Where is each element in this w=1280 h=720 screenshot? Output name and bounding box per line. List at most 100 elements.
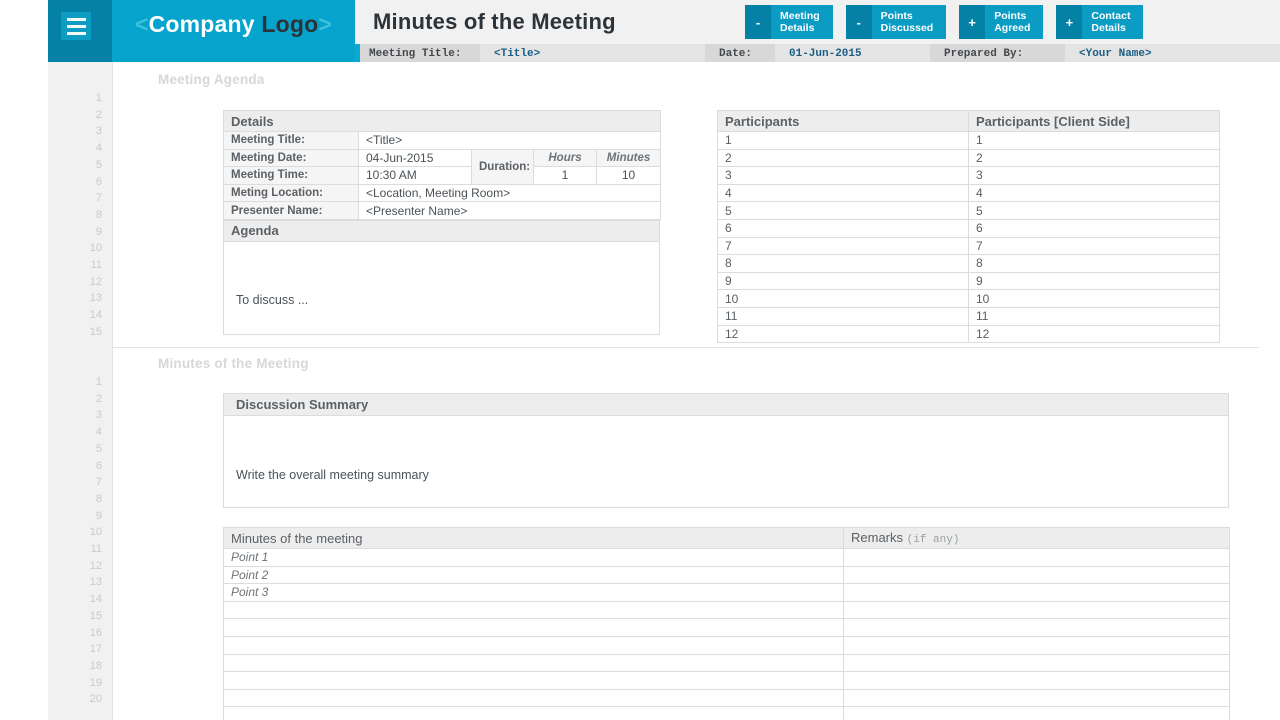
row-number[interactable]: 2 — [96, 393, 102, 405]
minutes-point-cell[interactable] — [223, 618, 844, 637]
meeting-time-row-value[interactable]: 10:30 AM — [358, 166, 472, 185]
row-number[interactable]: 11 — [91, 259, 102, 271]
row-number[interactable]: 11 — [91, 543, 102, 555]
minutes-remark-cell[interactable] — [843, 600, 1230, 620]
participant-cell[interactable]: 8 — [717, 254, 969, 273]
row-number[interactable]: 7 — [96, 476, 102, 488]
minutes-remark-cell[interactable] — [843, 618, 1230, 637]
participant-client-cell[interactable]: 4 — [968, 183, 1220, 203]
participant-cell[interactable]: 2 — [717, 148, 969, 168]
row-number[interactable]: 15 — [90, 326, 102, 338]
participant-client-cell[interactable]: 5 — [968, 201, 1220, 220]
row-number[interactable]: 13 — [90, 292, 102, 304]
hamburger-menu-icon[interactable] — [61, 12, 91, 40]
points-discussed-button[interactable]: - Points Discussed — [845, 5, 947, 39]
row-number[interactable]: 14 — [90, 593, 102, 605]
row-number[interactable]: 10 — [90, 242, 102, 254]
participant-client-cell[interactable]: 1 — [968, 131, 1220, 150]
participant-cell[interactable]: 4 — [717, 183, 969, 203]
minutes-point-cell[interactable]: Point 1 — [223, 548, 844, 567]
participant-cell[interactable]: 9 — [717, 271, 969, 291]
company-logo[interactable]: <Company Logo> — [112, 0, 355, 62]
minutes-remark-cell[interactable] — [843, 688, 1230, 708]
plus-icon: + — [959, 5, 986, 39]
meeting-title-value[interactable]: <Title> — [480, 44, 705, 63]
details-panel: Details Meeting Title: <Title> Meeting Date… — [222, 110, 662, 335]
row-number[interactable]: 1 — [96, 376, 102, 388]
row-number[interactable]: 4 — [96, 426, 102, 438]
row-number[interactable]: 15 — [90, 610, 102, 622]
minutes-remark-cell[interactable] — [843, 583, 1230, 602]
discussion-summary-text[interactable]: Write the overall meeting summary — [223, 416, 1229, 508]
participant-cell[interactable]: 3 — [717, 166, 969, 185]
minutes-remark-cell[interactable] — [843, 706, 1230, 720]
participant-cell[interactable]: 12 — [717, 324, 969, 344]
minutes-remark-cell[interactable] — [843, 653, 1230, 673]
minutes-remark-cell[interactable] — [843, 635, 1230, 655]
row-number[interactable]: 19 — [90, 677, 102, 689]
points-agreed-button[interactable]: + Points Agreed — [959, 5, 1044, 39]
participant-client-cell[interactable]: 12 — [968, 324, 1220, 344]
minutes-remark-cell[interactable] — [843, 671, 1230, 690]
minutes-point-cell[interactable] — [223, 688, 844, 708]
minutes-value[interactable]: 10 — [595, 166, 662, 185]
row-number[interactable]: 3 — [96, 125, 102, 137]
row-number[interactable]: 13 — [90, 576, 102, 588]
meeting-location-row-value[interactable]: <Location, Meeting Room> — [357, 183, 662, 203]
row-number[interactable]: 17 — [90, 643, 102, 655]
presenter-name-row-value[interactable]: <Presenter Name> — [357, 201, 662, 220]
row-number[interactable]: 10 — [90, 526, 102, 538]
minutes-point-cell[interactable]: Point 3 — [223, 583, 844, 602]
participant-cell[interactable]: 5 — [717, 201, 969, 220]
participant-client-cell[interactable]: 9 — [968, 271, 1220, 291]
participant-client-cell[interactable]: 7 — [968, 236, 1220, 256]
minutes-point-cell[interactable] — [223, 635, 844, 655]
row-number[interactable]: 16 — [90, 627, 102, 639]
row-number[interactable]: 18 — [90, 660, 102, 672]
row-number[interactable]: 1 — [96, 92, 102, 104]
participant-cell[interactable]: 11 — [717, 306, 969, 326]
minutes-remark-cell[interactable] — [843, 565, 1230, 585]
date-value[interactable]: 01-Jun-2015 — [775, 44, 930, 63]
meeting-details-button[interactable]: - Meeting Details — [745, 5, 833, 39]
participant-cell[interactable]: 1 — [717, 131, 969, 150]
row-number[interactable]: 9 — [96, 226, 102, 238]
participant-cell[interactable]: 6 — [717, 218, 969, 238]
minutes-point-cell[interactable] — [223, 671, 844, 690]
row-number[interactable]: 8 — [96, 493, 102, 505]
participant-client-cell[interactable]: 2 — [968, 148, 1220, 168]
row-number[interactable]: 2 — [96, 109, 102, 121]
row-number[interactable]: 7 — [96, 192, 102, 204]
participant-client-cell[interactable]: 10 — [968, 289, 1220, 308]
hours-value[interactable]: 1 — [533, 166, 597, 185]
row-number[interactable]: 20 — [90, 693, 102, 705]
participant-client-cell[interactable]: 6 — [968, 218, 1220, 238]
participant-client-cell[interactable]: 8 — [968, 254, 1220, 273]
row-number[interactable]: 6 — [96, 176, 102, 188]
participant-cell[interactable]: 10 — [717, 289, 969, 308]
row-number[interactable]: 12 — [90, 560, 102, 572]
minutes-remark-cell[interactable] — [843, 548, 1230, 567]
logo-bracket-right: > — [318, 11, 333, 37]
row-number[interactable]: 14 — [90, 309, 102, 321]
minutes-point-cell[interactable]: Point 2 — [223, 565, 844, 585]
row-number[interactable]: 4 — [96, 142, 102, 154]
participant-client-cell[interactable]: 11 — [968, 306, 1220, 326]
meeting-title-row-value[interactable]: <Title> — [357, 131, 662, 150]
agenda-text[interactable]: To discuss ... — [223, 241, 660, 335]
row-number[interactable]: 9 — [96, 510, 102, 522]
contact-details-button[interactable]: + Contact Details — [1056, 5, 1144, 39]
minutes-point-cell[interactable] — [223, 653, 844, 673]
row-number[interactable]: 3 — [96, 409, 102, 421]
row-number[interactable]: 5 — [96, 443, 102, 455]
row-number[interactable]: 8 — [96, 209, 102, 221]
row-number[interactable]: 5 — [96, 159, 102, 171]
row-number[interactable]: 12 — [90, 276, 102, 288]
minutes-point-cell[interactable] — [223, 706, 844, 720]
row-number[interactable]: 6 — [96, 460, 102, 472]
participant-client-cell[interactable]: 3 — [968, 166, 1220, 185]
minutes-point-cell[interactable] — [223, 600, 844, 620]
meeting-date-row-value[interactable]: 04-Jun-2015 — [358, 148, 472, 168]
participant-cell[interactable]: 7 — [717, 236, 969, 256]
prepared-by-value[interactable]: <Your Name> — [1065, 44, 1280, 63]
